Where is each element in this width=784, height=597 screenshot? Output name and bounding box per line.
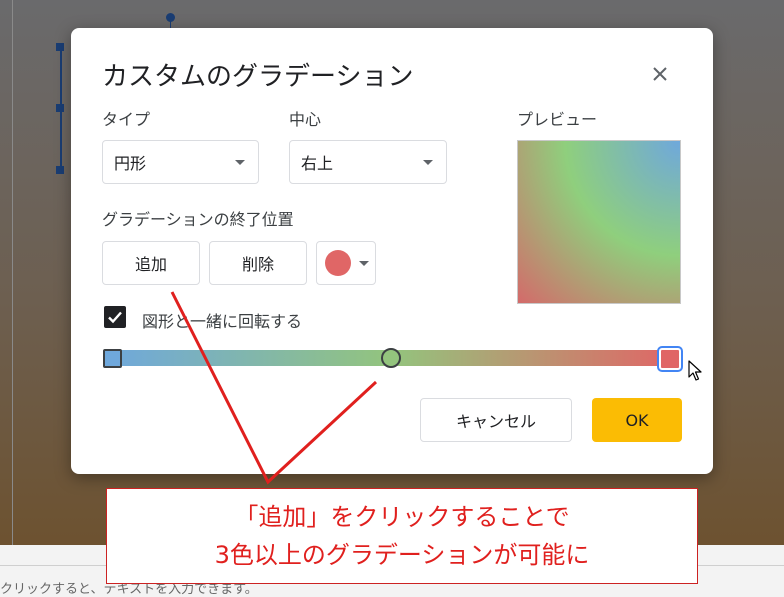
chevron-down-icon xyxy=(359,261,369,266)
center-select[interactable]: 右上 xyxy=(289,140,447,184)
delete-stop-label: 削除 xyxy=(241,255,274,274)
dialog-title: カスタムのグラデーション xyxy=(102,62,414,92)
cancel-button[interactable]: キャンセル xyxy=(420,398,572,442)
gradient-stop-middle[interactable] xyxy=(381,348,401,368)
type-select[interactable]: 円形 xyxy=(102,140,259,184)
type-label: タイプ xyxy=(102,110,151,129)
checkmark-icon xyxy=(108,311,122,324)
type-select-value: 円形 xyxy=(114,154,147,173)
resize-handle-bottom-left[interactable] xyxy=(56,166,64,174)
annotation-callout: 「追加」をクリックすることで 3色以上のグラデーションが可能に xyxy=(106,488,698,584)
color-swatch xyxy=(325,250,351,276)
ok-button[interactable]: OK xyxy=(592,398,682,442)
annotation-line-2: 3色以上のグラデーションが可能に xyxy=(214,541,590,569)
rotate-handle[interactable] xyxy=(166,13,175,22)
custom-gradient-dialog: カスタムのグラデーション タイプ 円形 中心 右上 プレビュー グラデーションの… xyxy=(71,28,713,474)
center-label: 中心 xyxy=(289,110,322,129)
close-icon xyxy=(653,67,667,81)
stops-label: グラデーションの終了位置 xyxy=(102,210,294,229)
close-button[interactable] xyxy=(648,62,672,86)
resize-handle-top-left[interactable] xyxy=(56,43,64,51)
add-stop-button[interactable]: 追加 xyxy=(102,241,200,285)
annotation-line-1: 「追加」をクリックすることで xyxy=(234,503,570,531)
mouse-pointer-icon xyxy=(688,360,702,386)
delete-stop-button[interactable]: 削除 xyxy=(209,241,307,285)
gradient-stop-end[interactable] xyxy=(657,346,683,372)
gradient-preview xyxy=(517,140,681,304)
gradient-stop-start[interactable] xyxy=(103,349,122,368)
stop-color-picker[interactable] xyxy=(316,241,376,285)
cancel-label: キャンセル xyxy=(455,412,536,431)
chevron-down-icon xyxy=(423,160,433,165)
rotate-with-shape-label: 図形と一緒に回転する xyxy=(142,312,303,331)
center-select-value: 右上 xyxy=(301,154,334,173)
resize-handle-mid-left[interactable] xyxy=(56,104,64,112)
preview-label: プレビュー xyxy=(517,110,598,129)
rotate-with-shape-checkbox[interactable] xyxy=(104,306,126,328)
ok-label: OK xyxy=(625,410,649,430)
chevron-down-icon xyxy=(235,160,245,165)
add-stop-label: 追加 xyxy=(134,255,167,274)
